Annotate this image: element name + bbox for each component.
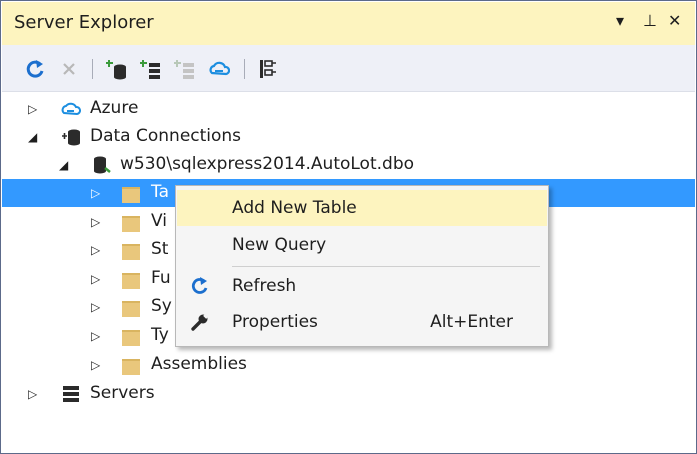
tree-node-label: Data Connections — [90, 126, 242, 146]
pin-icon[interactable]: ⊥ — [643, 11, 657, 30]
add-sharepoint-connection-icon[interactable] — [174, 58, 196, 80]
expand-arrow-icon[interactable]: ▷ — [28, 387, 37, 401]
database-connection-icon — [62, 129, 80, 146]
tree-node-label: Servers — [90, 383, 155, 403]
tree-node-label: Azure — [90, 98, 139, 118]
folder-icon — [122, 330, 140, 346]
menu-item-properties[interactable]: Properties Alt+Enter — [177, 304, 547, 340]
refresh-icon[interactable] — [24, 58, 46, 80]
expand-arrow-icon[interactable]: ▷ — [28, 102, 37, 116]
connect-to-database-icon[interactable] — [106, 58, 128, 80]
window-title: Server Explorer — [14, 12, 154, 33]
tree-node-label: Fu — [151, 268, 171, 288]
menu-item-label: Refresh — [232, 276, 297, 296]
refresh-icon — [191, 277, 208, 294]
tree-node-connection[interactable]: ◢ w530\sqlexpress2014.AutoLot.dbo — [2, 151, 695, 179]
tree-node-data-connections[interactable]: ◢ Data Connections — [2, 123, 695, 151]
folder-icon — [122, 187, 140, 203]
expand-arrow-icon[interactable]: ▷ — [91, 272, 100, 286]
tree-node-label: Vi — [151, 211, 167, 231]
menu-separator — [232, 266, 540, 267]
menu-item-add-new-table[interactable]: Add New Table — [177, 190, 547, 226]
tree-node-assemblies[interactable]: ▷ Assemblies — [2, 351, 695, 379]
expand-arrow-icon[interactable]: ▷ — [91, 358, 100, 372]
tree-node-label: Assemblies — [151, 354, 247, 374]
stop-icon[interactable] — [58, 58, 80, 80]
folder-icon — [122, 244, 140, 260]
toolbar-separator — [244, 59, 245, 79]
collapse-arrow-icon[interactable]: ◢ — [59, 158, 68, 172]
database-icon — [94, 156, 111, 174]
dropdown-arrow-icon[interactable]: ▾ — [616, 11, 624, 30]
tree-node-label: w530\sqlexpress2014.AutoLot.dbo — [120, 154, 415, 174]
tree-node-label: Sy — [151, 296, 172, 316]
expand-arrow-icon[interactable]: ▷ — [91, 186, 100, 200]
folder-icon — [122, 216, 140, 232]
wrench-icon — [191, 314, 208, 331]
context-menu: Add New Table New Query Refresh Properti… — [175, 185, 549, 347]
tree-node-azure[interactable]: ▷ Azure — [2, 95, 695, 123]
server-explorer-window: Server Explorer ▾ ⊥ ✕ ▷ Azure ◢ Data Con… — [0, 0, 697, 454]
folder-icon — [122, 273, 140, 289]
menu-item-label: Properties — [232, 312, 318, 332]
menu-item-shortcut: Alt+Enter — [430, 312, 513, 332]
menu-item-label: Add New Table — [232, 198, 357, 218]
properties-window-icon[interactable] — [258, 58, 280, 80]
servers-icon — [63, 386, 79, 402]
tree-node-label: Ta — [151, 182, 169, 202]
menu-item-new-query[interactable]: New Query — [177, 227, 547, 263]
tree-node-label: Ty — [151, 325, 169, 345]
connect-to-azure-icon[interactable] — [208, 58, 230, 80]
menu-item-label: New Query — [232, 235, 327, 255]
expand-arrow-icon[interactable]: ▷ — [91, 329, 100, 343]
menu-item-refresh[interactable]: Refresh — [177, 268, 547, 304]
tree-node-label: St — [151, 239, 169, 259]
connect-to-server-icon[interactable] — [140, 58, 162, 80]
folder-icon — [122, 301, 140, 317]
close-icon[interactable]: ✕ — [668, 11, 681, 30]
expand-arrow-icon[interactable]: ▷ — [91, 300, 100, 314]
toolbar-separator — [92, 59, 93, 79]
expand-arrow-icon[interactable]: ▷ — [91, 243, 100, 257]
folder-icon — [122, 359, 140, 375]
azure-icon — [61, 102, 81, 116]
toolbar — [2, 45, 695, 92]
expand-arrow-icon[interactable]: ▷ — [91, 215, 100, 229]
title-bar: Server Explorer ▾ ⊥ ✕ — [2, 2, 695, 45]
collapse-arrow-icon[interactable]: ◢ — [28, 130, 37, 144]
tree-node-servers[interactable]: ▷ Servers — [2, 380, 695, 408]
